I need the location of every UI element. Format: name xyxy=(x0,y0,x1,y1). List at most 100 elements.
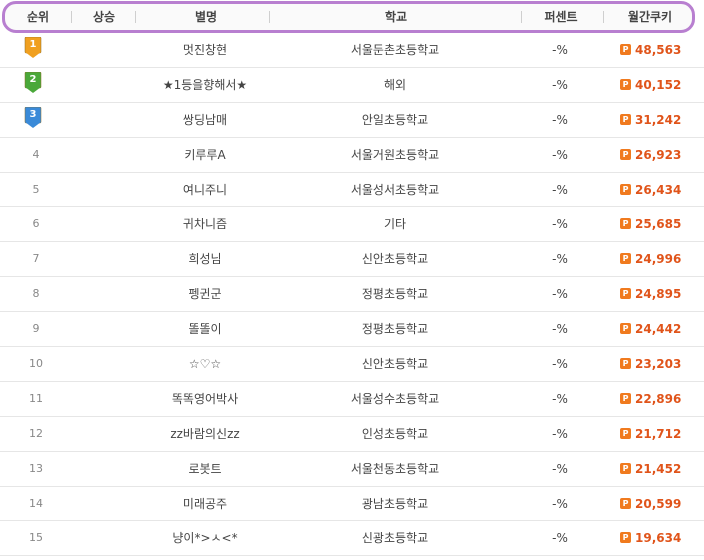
rank-number: 8 xyxy=(32,287,40,301)
table-row: 3 쌍딩남매 안일초등학교 -% P 31,242 xyxy=(0,103,704,138)
table-row: 7 희성님 신안초등학교 -% P 24,996 xyxy=(0,242,704,278)
nickname[interactable]: 똘똘이 xyxy=(140,312,270,346)
cookie-count: 24,996 xyxy=(635,252,682,267)
monthly-cookie-value: P 21,712 xyxy=(604,417,696,451)
cookie-count: 21,452 xyxy=(635,461,682,476)
cookie-count: 48,563 xyxy=(635,43,682,57)
school-name: 서울천동초등학교 xyxy=(350,461,440,476)
table-header: 순위 상승 별명 학교 퍼센트 월간쿠키 xyxy=(2,1,695,33)
cookie-p-icon: P xyxy=(620,44,631,55)
school-name: 정평초등학교 xyxy=(361,322,429,337)
nickname[interactable]: 키루루A xyxy=(140,138,270,172)
school-name: 신광초등학교 xyxy=(361,531,429,546)
percent-value: -% xyxy=(552,252,568,267)
monthly-cookie-value: P 24,996 xyxy=(604,242,696,276)
monthly-cookie-value: P 26,923 xyxy=(604,138,696,172)
school-name: 인성초등학교 xyxy=(361,426,429,441)
header-percent[interactable]: 퍼센트 xyxy=(521,4,601,30)
table-row: 4 키루루A 서울거원초등학교 -% P 26,923 xyxy=(0,138,704,173)
header-divider xyxy=(269,11,270,23)
percent-value: -% xyxy=(552,391,568,406)
cookie-count: 20,599 xyxy=(635,496,682,511)
rank-number: 6 xyxy=(32,217,40,231)
rank-number: 10 xyxy=(29,357,43,371)
nickname[interactable]: 냥이*>ㅅ<* xyxy=(140,521,270,555)
monthly-cookie-value: P 25,685 xyxy=(604,207,696,241)
percent-value: -% xyxy=(552,426,568,441)
cookie-p-icon: P xyxy=(620,148,631,160)
cookie-count: 26,923 xyxy=(635,147,682,162)
medal-rank: 3 xyxy=(29,108,37,120)
cookie-p-icon: P xyxy=(620,532,631,544)
table-row: 13 로봇트 서울천동초등학교 -% P 21,452 xyxy=(0,452,704,487)
medal-rank: 1 xyxy=(29,39,37,50)
nickname[interactable]: 미래공주 xyxy=(140,487,270,521)
monthly-cookie-value: P 23,203 xyxy=(604,347,696,381)
school-name: 서울둔촌초등학교 xyxy=(350,43,440,57)
rank-medal-icon: 2 xyxy=(24,71,42,93)
rank-number: 9 xyxy=(32,322,40,336)
cookie-p-icon: P xyxy=(620,497,631,509)
cookie-count: 22,896 xyxy=(635,391,682,406)
nickname[interactable]: 로봇트 xyxy=(140,452,270,486)
nickname[interactable]: 귀차니즘 xyxy=(140,207,270,241)
header-monthly-cookie[interactable]: 월간쿠키 xyxy=(605,4,695,30)
table-row: 15 냥이*>ㅅ<* 신광초등학교 -% P 19,634 xyxy=(0,521,704,557)
cookie-count: 24,895 xyxy=(635,287,682,302)
monthly-cookie-value: P 24,442 xyxy=(604,312,696,346)
rank-number: 4 xyxy=(32,147,40,161)
percent-value: -% xyxy=(552,77,568,92)
monthly-cookie-value: P 20,599 xyxy=(604,487,696,521)
rank-medal-icon: 1 xyxy=(24,36,42,58)
nickname[interactable]: ☆♡☆ xyxy=(140,347,270,381)
table-row: 8 펭귄군 정평초등학교 -% P 24,895 xyxy=(0,277,704,313)
school-name: 서울성서초등학교 xyxy=(350,182,440,197)
monthly-cookie-value: P 21,452 xyxy=(604,452,696,486)
nickname[interactable]: zz바람의신zz xyxy=(140,417,270,451)
rank-medal-icon: 3 xyxy=(24,106,42,128)
table-row: 5 여니주니 서울성서초등학교 -% P 26,434 xyxy=(0,173,704,208)
cookie-p-icon: P xyxy=(620,183,631,195)
table-row: 1 멋진창현 서울둔촌초등학교 -% P 48,563 xyxy=(0,33,704,68)
header-rise[interactable]: 상승 xyxy=(79,4,129,30)
percent-value: -% xyxy=(552,287,568,302)
nickname[interactable]: 쌍딩남매 xyxy=(140,103,270,137)
monthly-cookie-value: P 22,896 xyxy=(604,382,696,416)
monthly-cookie-value: P 24,895 xyxy=(604,277,696,311)
medal-rank: 2 xyxy=(29,73,37,85)
header-divider xyxy=(135,11,136,23)
monthly-cookie-value: P 26,434 xyxy=(604,173,696,207)
cookie-p-icon: P xyxy=(620,427,631,439)
header-divider xyxy=(603,11,604,23)
header-nickname[interactable]: 별명 xyxy=(141,4,271,30)
nickname[interactable]: 멋진창현 xyxy=(140,33,270,67)
nickname[interactable]: 똑똑영어박사 xyxy=(140,382,270,416)
table-row: 10 ☆♡☆ 신안초등학교 -% P 23,203 xyxy=(0,347,704,382)
header-school[interactable]: 학교 xyxy=(271,4,521,30)
rank-number: 11 xyxy=(29,391,43,405)
cookie-p-icon: P xyxy=(620,462,631,474)
nickname[interactable]: 펭귄군 xyxy=(140,277,270,311)
cookie-p-icon: P xyxy=(620,78,631,90)
school-name: 서울성수초등학교 xyxy=(350,391,440,406)
percent-value: -% xyxy=(552,461,568,476)
ranking-list: 1 멋진창현 서울둔촌초등학교 -% P 48,563 2 ★1등을향해서★ 해외… xyxy=(0,33,704,557)
rank-number: 12 xyxy=(29,426,43,440)
table-row: 9 똘똘이 정평초등학교 -% P 24,442 xyxy=(0,312,704,348)
rank-number: 13 xyxy=(29,461,43,475)
percent-value: -% xyxy=(552,531,568,546)
table-row: 2 ★1등을향해서★ 해외 -% P 40,152 xyxy=(0,68,704,103)
cookie-p-icon: P xyxy=(620,288,631,300)
school-name: 안일초등학교 xyxy=(361,112,429,127)
nickname[interactable]: 여니주니 xyxy=(140,173,270,207)
percent-value: -% xyxy=(552,357,568,372)
nickname[interactable]: 희성님 xyxy=(140,242,270,276)
nickname[interactable]: ★1등을향해서★ xyxy=(140,68,270,102)
percent-value: -% xyxy=(552,496,568,511)
ranking-board: 순위 상승 별명 학교 퍼센트 월간쿠키 1 멋진창현 서울둔촌초등학교 -% … xyxy=(0,0,704,560)
cookie-count: 26,434 xyxy=(635,182,682,197)
cookie-p-icon: P xyxy=(620,392,631,404)
header-rank[interactable]: 순위 xyxy=(13,4,63,30)
percent-value: -% xyxy=(552,112,568,127)
table-row: 14 미래공주 광남초등학교 -% P 20,599 xyxy=(0,487,704,522)
